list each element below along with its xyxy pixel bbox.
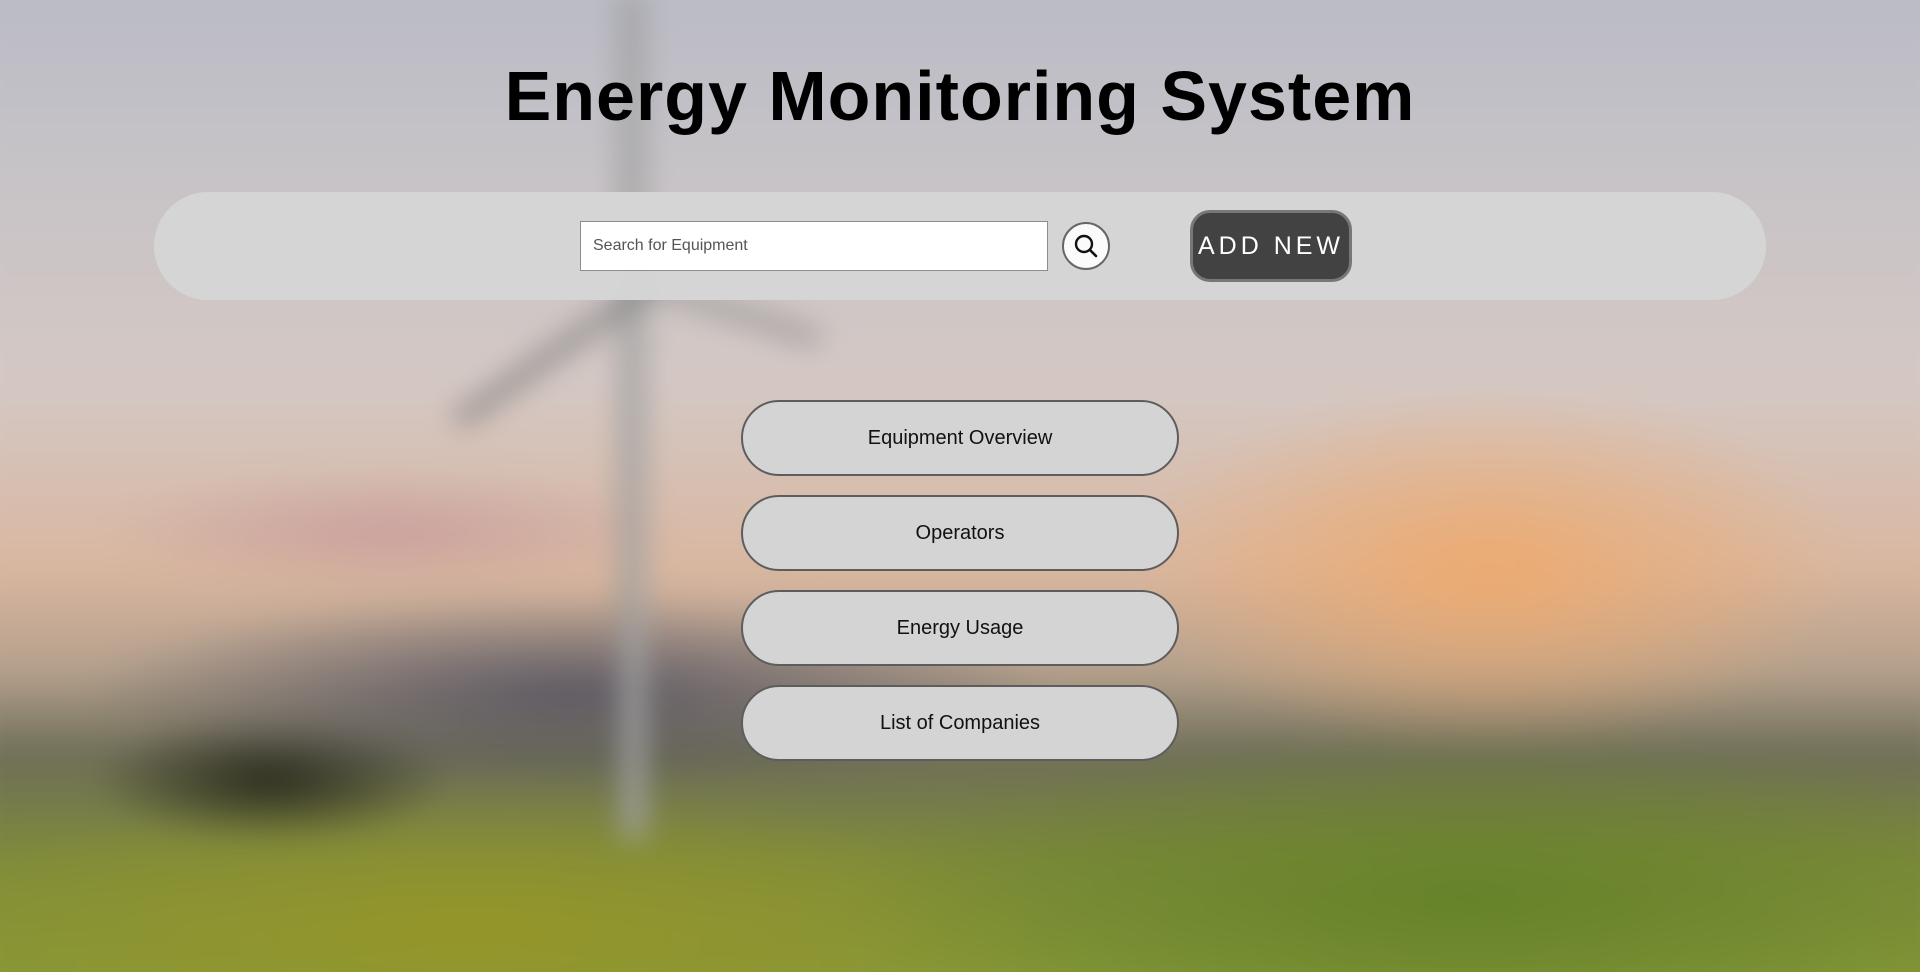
operators-button[interactable]: Operators (741, 495, 1179, 571)
energy-usage-button[interactable]: Energy Usage (741, 590, 1179, 666)
navigation-menu: Equipment Overview Operators Energy Usag… (741, 400, 1179, 780)
equipment-overview-button[interactable]: Equipment Overview (741, 400, 1179, 476)
list-of-companies-button[interactable]: List of Companies (741, 685, 1179, 761)
add-new-button[interactable]: ADD NEW (1190, 210, 1352, 282)
search-button[interactable] (1062, 222, 1110, 270)
search-input[interactable] (580, 221, 1048, 271)
page-title: Energy Monitoring System (504, 57, 1416, 135)
search-icon (1074, 234, 1098, 258)
